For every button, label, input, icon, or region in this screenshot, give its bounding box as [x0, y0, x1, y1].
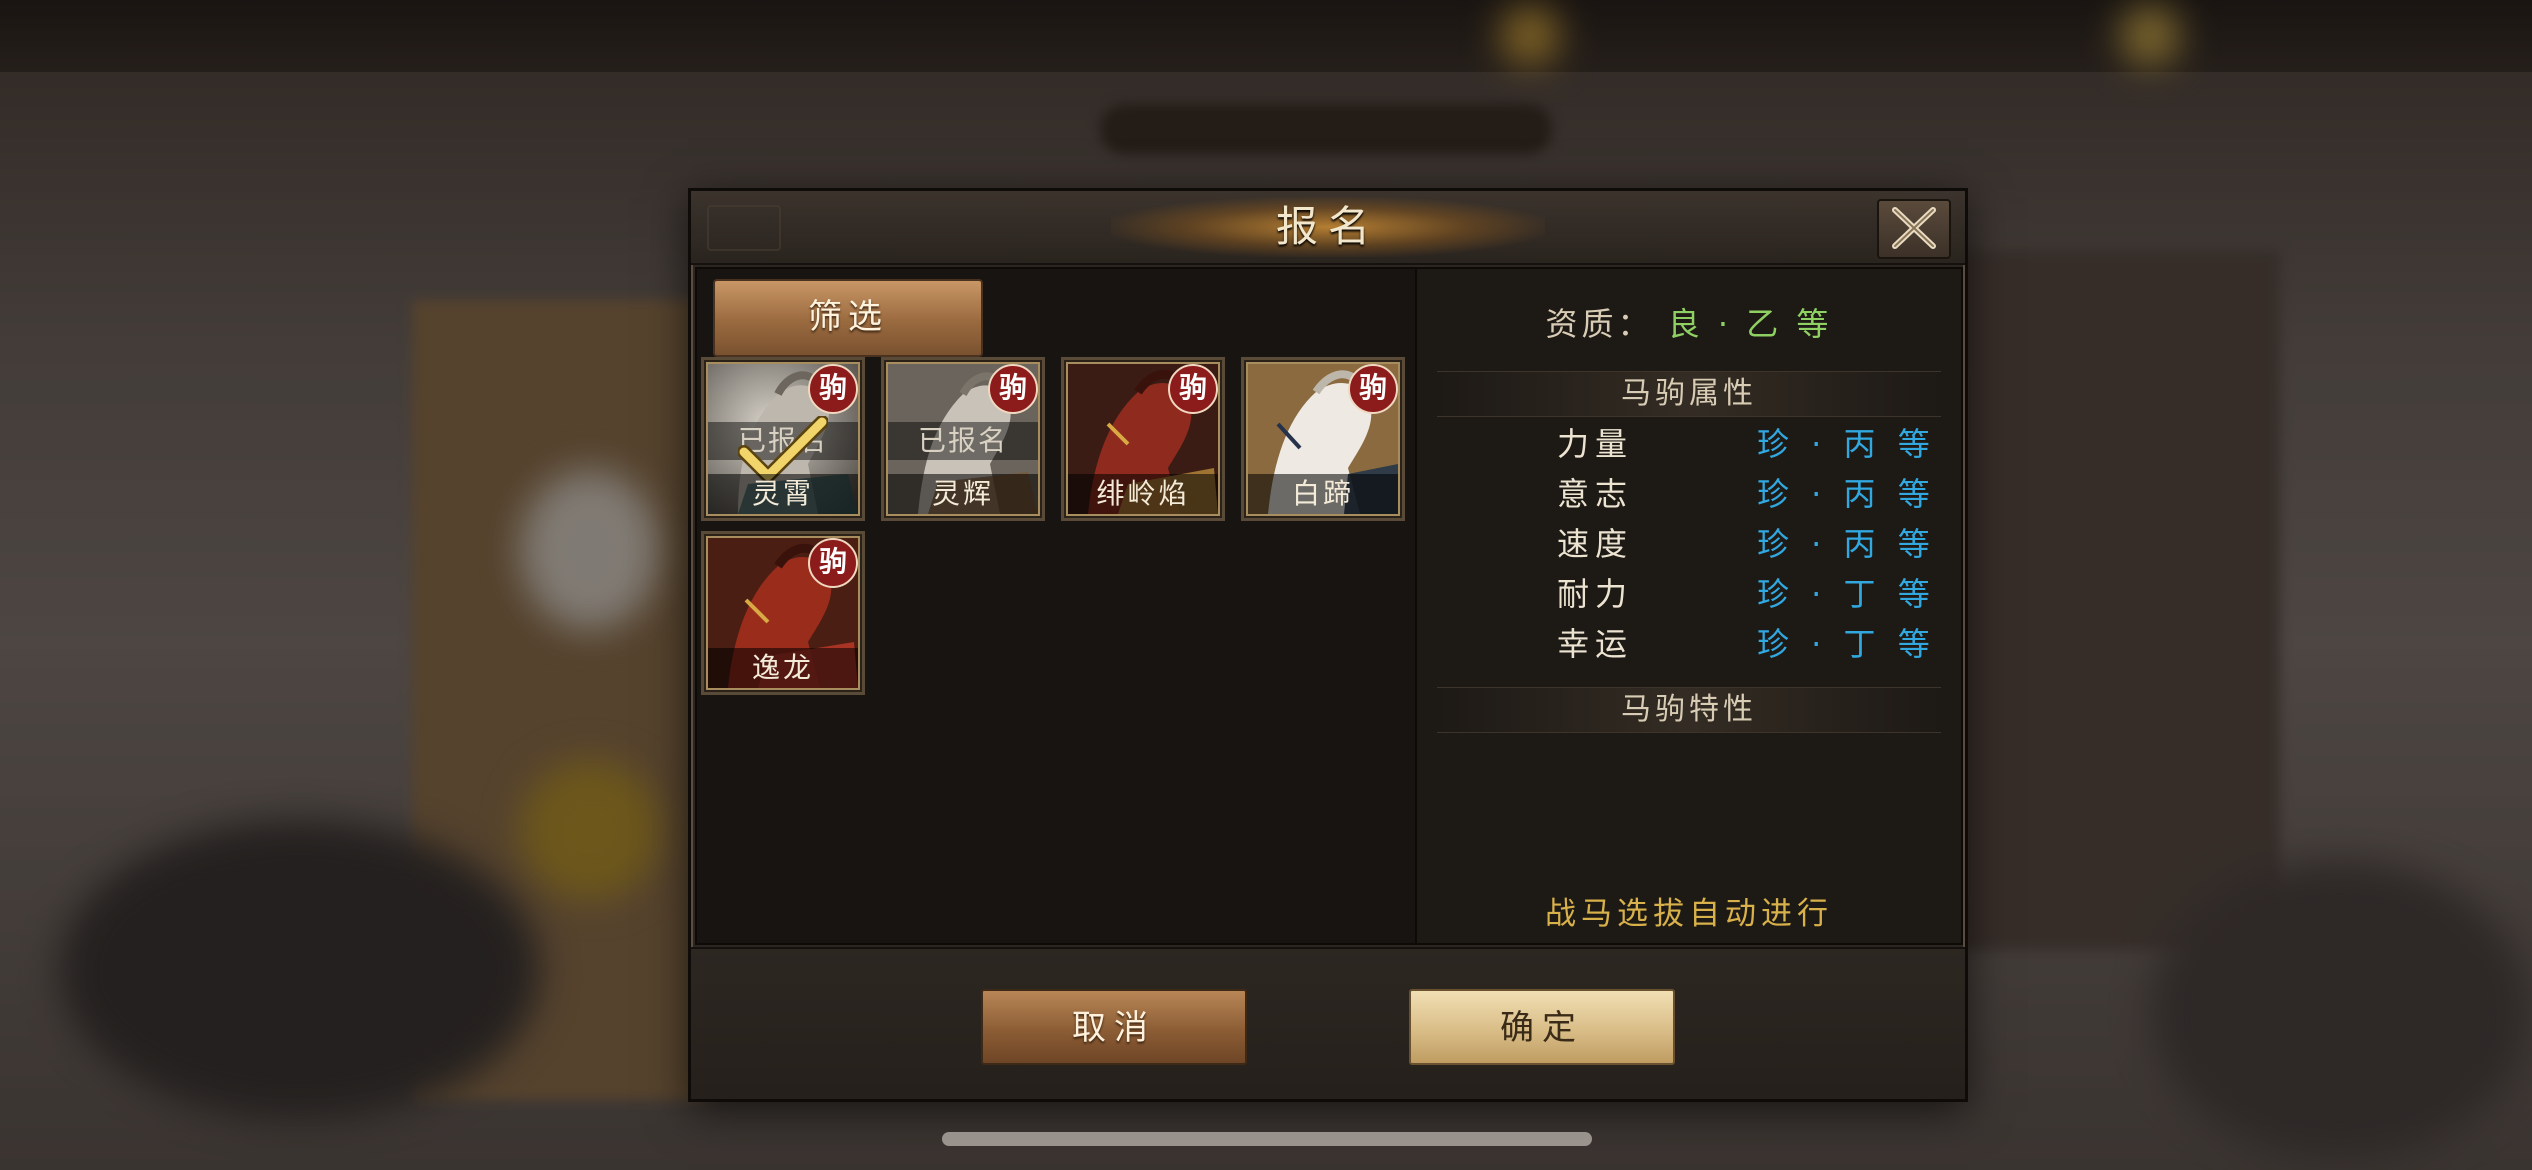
- attribute-value: 珍 · 丁 等: [1757, 625, 1936, 663]
- foal-tag: 驹: [1168, 364, 1218, 414]
- traits-title: 马驹特性: [1437, 687, 1941, 733]
- home-indicator[interactable]: [942, 1132, 1592, 1146]
- horse-card-5[interactable]: 驹 逸龙: [701, 531, 865, 695]
- dialog-footer: 取消 确定: [691, 947, 1965, 1099]
- dialog-title: 报名: [1275, 202, 1380, 251]
- close-icon: [1892, 207, 1936, 249]
- horse-name: 逸龙: [708, 648, 858, 688]
- dialog-header: 报名: [691, 191, 1965, 265]
- horse-name: 白蹄: [1248, 474, 1398, 514]
- attribute-row-will: 意志 珍 · 丙 等: [1417, 469, 1961, 519]
- attribute-value: 珍 · 丙 等: [1757, 425, 1936, 463]
- attribute-name: 力量: [1557, 425, 1634, 463]
- attributes-title: 马驹属性: [1437, 371, 1941, 417]
- horse-detail-panel: 资质： 良 · 乙 等 马驹属性 力量 珍 · 丙 等 意志 珍 · 丙 等 速…: [1415, 267, 1963, 945]
- horse-list-panel: 筛选 已报名 驹 灵霄 已报名 驹 灵辉 驹 绯岭焰 驹 白蹄 驹 逸龙: [695, 267, 1417, 945]
- horse-name: 绯岭焰: [1068, 474, 1218, 514]
- attribute-row-luck: 幸运 珍 · 丁 等: [1417, 619, 1961, 669]
- auto-selection-note: 战马选拔自动进行: [1545, 896, 1833, 932]
- attribute-name: 耐力: [1557, 575, 1634, 613]
- foal-tag: 驹: [808, 538, 858, 588]
- registered-label: 已报名: [888, 422, 1038, 460]
- cancel-button[interactable]: 取消: [981, 989, 1247, 1065]
- horse-name: 灵霄: [708, 474, 858, 514]
- attribute-row-strength: 力量 珍 · 丙 等: [1417, 419, 1961, 469]
- horse-card-4[interactable]: 驹 白蹄: [1241, 357, 1405, 521]
- horse-card-2[interactable]: 已报名 驹 灵辉: [881, 357, 1045, 521]
- horse-card-3[interactable]: 驹 绯岭焰: [1061, 357, 1225, 521]
- attribute-row-endurance: 耐力 珍 · 丁 等: [1417, 569, 1961, 619]
- foal-tag: 驹: [808, 364, 858, 414]
- foal-tag: 驹: [1348, 364, 1398, 414]
- attribute-name: 意志: [1557, 475, 1634, 513]
- attribute-name: 幸运: [1557, 625, 1634, 663]
- horse-name: 灵辉: [888, 474, 1038, 514]
- foal-tag: 驹: [988, 364, 1038, 414]
- attribute-value: 珍 · 丙 等: [1757, 525, 1936, 563]
- filter-button[interactable]: 筛选: [713, 279, 983, 357]
- registration-dialog: 报名 筛选 已报名 驹 灵霄 已报名 驹 灵辉 驹 绯岭焰 驹 白蹄 驹 逸龙 …: [688, 188, 1968, 1102]
- attribute-value: 珍 · 丁 等: [1757, 575, 1936, 613]
- attribute-row-speed: 速度 珍 · 丙 等: [1417, 519, 1961, 569]
- confirm-button[interactable]: 确定: [1409, 989, 1675, 1065]
- close-button[interactable]: [1877, 199, 1951, 259]
- horse-card-1[interactable]: 已报名 驹 灵霄: [701, 357, 865, 521]
- quality-label: 资质：: [1545, 305, 1654, 343]
- attribute-name: 速度: [1557, 525, 1634, 563]
- attribute-value: 珍 · 丙 等: [1757, 475, 1936, 513]
- quality-value: 良 · 乙 等: [1667, 305, 1833, 343]
- quality-row: 资质： 良 · 乙 等: [1417, 299, 1961, 345]
